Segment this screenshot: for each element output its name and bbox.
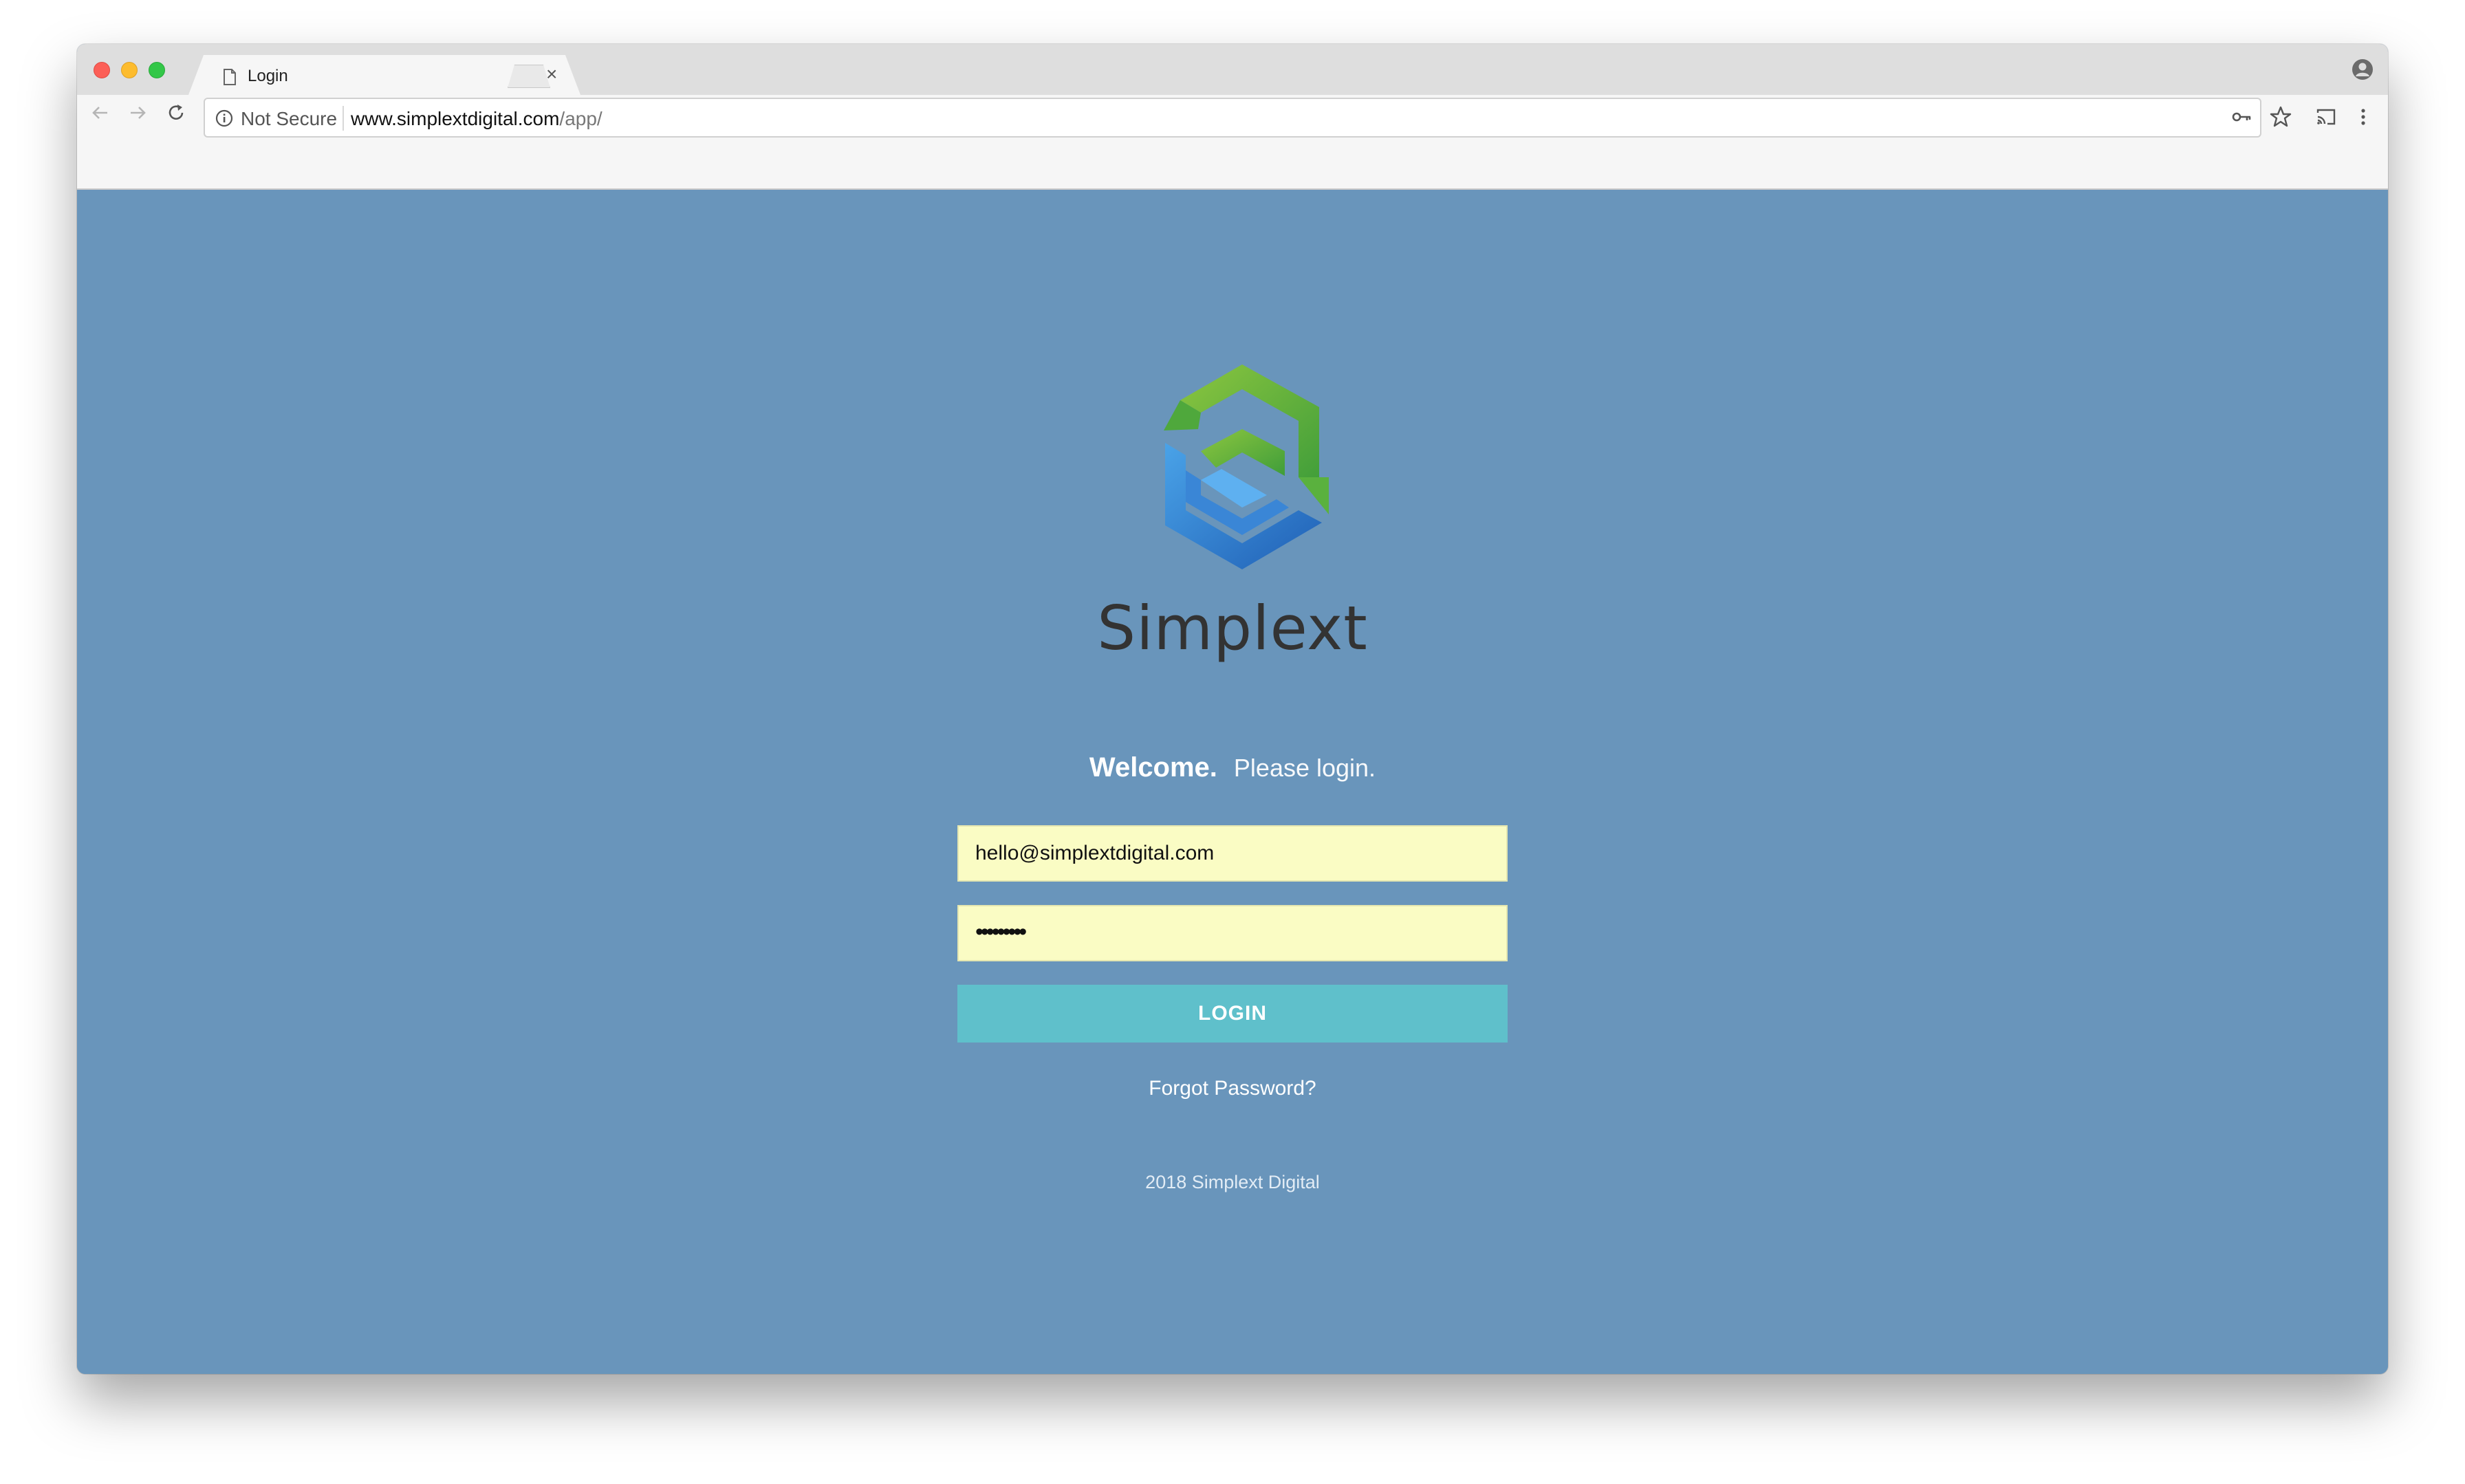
simplext-logo-icon	[1164, 364, 1329, 569]
tab-strip: Login ×	[77, 44, 2388, 95]
address-separator	[343, 106, 344, 131]
welcome-heading: Welcome. Please login.	[1026, 752, 1439, 783]
menu-icon[interactable]	[2355, 105, 2371, 129]
minimize-window-button[interactable]	[121, 62, 138, 78]
cast-icon[interactable]	[2314, 105, 2338, 129]
email-field[interactable]: hello@simplextdigital.com	[957, 825, 1508, 882]
login-page: Simplext Welcome. Please login. hello@sim…	[77, 190, 2388, 1374]
password-field[interactable]: •••••••••	[957, 905, 1508, 961]
welcome-text: Welcome.	[1089, 752, 1217, 783]
back-arrow-icon[interactable]	[89, 102, 111, 124]
security-label[interactable]: Not Secure	[241, 108, 337, 130]
reload-icon[interactable]	[165, 102, 187, 124]
url-host: www.simplextdigital.com	[351, 108, 560, 129]
brand-name: Simplext	[1097, 593, 1368, 664]
profile-icon[interactable]	[2351, 58, 2374, 81]
key-icon[interactable]	[2230, 105, 2255, 129]
welcome-subtitle: Please login.	[1233, 754, 1376, 782]
star-icon[interactable]	[2268, 105, 2293, 129]
url-text[interactable]: www.simplextdigital.com/app/	[351, 108, 602, 130]
browser-toolbar: Not Secure www.simplextdigital.com/app/	[77, 95, 2388, 190]
tab-title: Login	[248, 67, 288, 85]
new-tab-button[interactable]	[508, 65, 550, 88]
password-value: •••••••••	[975, 919, 1027, 945]
address-bar[interactable]: Not Secure www.simplextdigital.com/app/	[204, 98, 2261, 138]
info-icon[interactable]	[215, 109, 234, 128]
login-button[interactable]: LOGIN	[957, 985, 1508, 1043]
url-path: /app/	[559, 108, 602, 129]
email-value: hello@simplextdigital.com	[975, 842, 1215, 864]
maximize-window-button[interactable]	[149, 62, 165, 78]
browser-window: Login × Not Secure www.simplextdigital.c…	[77, 44, 2388, 1374]
footer-copyright: 2018 Simplext Digital	[1145, 1172, 1320, 1192]
forward-arrow-icon[interactable]	[127, 102, 149, 124]
forgot-password-link[interactable]: Forgot Password?	[1095, 1077, 1370, 1100]
page-icon	[224, 69, 236, 85]
close-window-button[interactable]	[94, 62, 110, 78]
